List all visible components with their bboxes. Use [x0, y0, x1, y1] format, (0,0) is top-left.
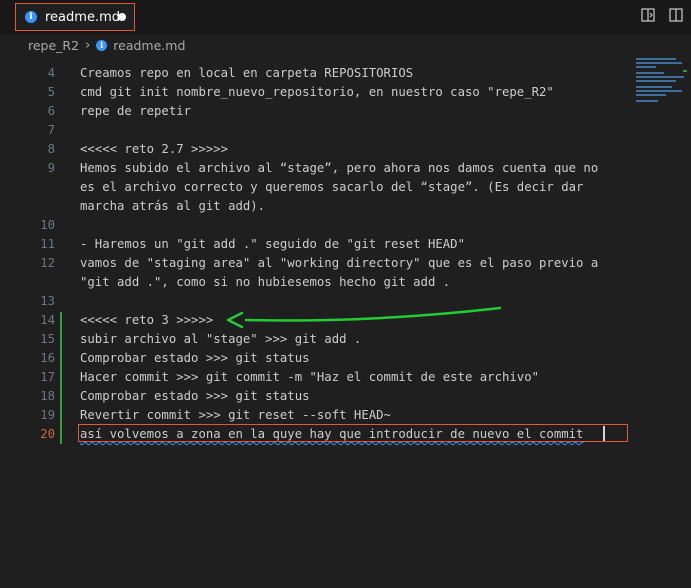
line-text: Comprobar estado >>> git status: [80, 351, 310, 365]
scrollbar-change-marker: [683, 70, 687, 72]
line-number: 14: [40, 313, 55, 327]
minimap-line: [636, 66, 656, 68]
line-text: Hemos subido el archivo al “stage”, pero…: [80, 161, 599, 175]
editor-line: 17 Hacer commit >>> git commit -m "Haz e…: [0, 368, 630, 387]
line-number: 5: [47, 85, 55, 99]
breadcrumb: repe_R2 › i readme.md: [0, 34, 691, 56]
line-number: 10: [40, 218, 55, 232]
editor-line: 11 - Haremos un "git add ." seguido de "…: [0, 235, 630, 254]
minimap-line: [636, 80, 676, 82]
editor-line: 4 Creamos repo en local en carpeta REPOS…: [0, 64, 630, 83]
minimap-line: [636, 100, 658, 102]
line-text: - Haremos un "git add ." seguido de "git…: [80, 237, 465, 251]
line-text: es el archivo correcto y queremos sacarl…: [80, 180, 584, 194]
editor-line: 10: [0, 216, 630, 235]
line-number: 12: [40, 256, 55, 270]
minimap-line: [636, 76, 684, 78]
editor-line: 15 subir archivo al "stage" >>> git add …: [0, 330, 630, 349]
line-text: subir archivo al "stage" >>> git add .: [80, 332, 362, 346]
minimap-line: [636, 58, 676, 60]
editor-line: 7: [0, 121, 630, 140]
minimap-line: [636, 94, 666, 96]
text-cursor: [603, 426, 605, 441]
line-number: 4: [47, 66, 55, 80]
breadcrumb-folder[interactable]: repe_R2: [28, 38, 79, 53]
minimap-line: [636, 62, 682, 64]
line-number: 11: [40, 237, 55, 251]
line-number: 9: [47, 161, 55, 175]
line-number: 13: [40, 294, 55, 308]
editor-line-wrap: marcha atrás al git add).: [0, 197, 630, 216]
split-editor-icon[interactable]: [669, 8, 683, 22]
editor-line: 18 Comprobar estado >>> git status: [0, 387, 630, 406]
tab-readme[interactable]: i readme.md: [15, 3, 135, 31]
editor-line: 16 Comprobar estado >>> git status: [0, 349, 630, 368]
minimap-line: [636, 90, 682, 92]
line-text: repe de repetir: [80, 104, 192, 118]
editor-line: 8 <<<<< reto 2.7 >>>>>: [0, 140, 630, 159]
line-text: "git add .", como si no hubiesemos hecho…: [80, 275, 451, 289]
line-text: <<<<< reto 2.7 >>>>>: [80, 142, 229, 156]
minimap-line: [636, 86, 672, 88]
line-number: 17: [40, 370, 55, 384]
line-number: 16: [40, 351, 55, 365]
line-number: 8: [47, 142, 55, 156]
line-text: Hacer commit >>> git commit -m "Haz el c…: [80, 370, 540, 384]
line-number: 19: [40, 408, 55, 422]
line-number: 15: [40, 332, 55, 346]
editor-line-wrap: "git add .", como si no hubiesemos hecho…: [0, 273, 630, 292]
git-change-indicator[interactable]: [60, 312, 62, 444]
editor-actions: [641, 8, 683, 22]
info-icon: i: [25, 11, 37, 23]
minimap-line: [636, 72, 664, 74]
editor-line: 5 cmd git init nombre_nuevo_repositorio,…: [0, 83, 630, 102]
line-text: <<<<< reto 3 >>>>>: [80, 313, 214, 327]
minimap[interactable]: [636, 58, 684, 108]
line-number: 6: [47, 104, 55, 118]
open-preview-icon[interactable]: [641, 8, 655, 22]
current-line-highlight: [78, 424, 628, 442]
line-text: vamos de "staging area" al "working dire…: [80, 256, 599, 270]
line-number: 20: [40, 427, 55, 441]
line-text: Creamos repo en local en carpeta REPOSIT…: [80, 66, 414, 80]
editor-line: 9 Hemos subido el archivo al “stage”, pe…: [0, 159, 630, 178]
breadcrumb-file[interactable]: readme.md: [113, 38, 185, 53]
unsaved-dot-icon[interactable]: [118, 13, 126, 21]
line-text: Revertir commit >>> git reset --soft HEA…: [80, 408, 391, 422]
line-text: marcha atrás al git add).: [80, 199, 266, 213]
line-number: 18: [40, 389, 55, 403]
tab-label: readme.md: [45, 9, 120, 25]
info-icon: i: [96, 39, 108, 51]
line-text: Comprobar estado >>> git status: [80, 389, 310, 403]
line-text: cmd git init nombre_nuevo_repositorio, e…: [80, 85, 554, 99]
line-number: 7: [47, 123, 55, 137]
annotation-arrow: [226, 306, 502, 329]
editor-line: 6 repe de repetir: [0, 102, 630, 121]
editor-line: 12 vamos de "staging area" al "working d…: [0, 254, 630, 273]
chevron-right-icon: ›: [85, 37, 91, 53]
tab-bar: i readme.md: [0, 0, 691, 34]
editor-line: 19 Revertir commit >>> git reset --soft …: [0, 406, 630, 425]
editor-line-wrap: es el archivo correcto y queremos sacarl…: [0, 178, 630, 197]
